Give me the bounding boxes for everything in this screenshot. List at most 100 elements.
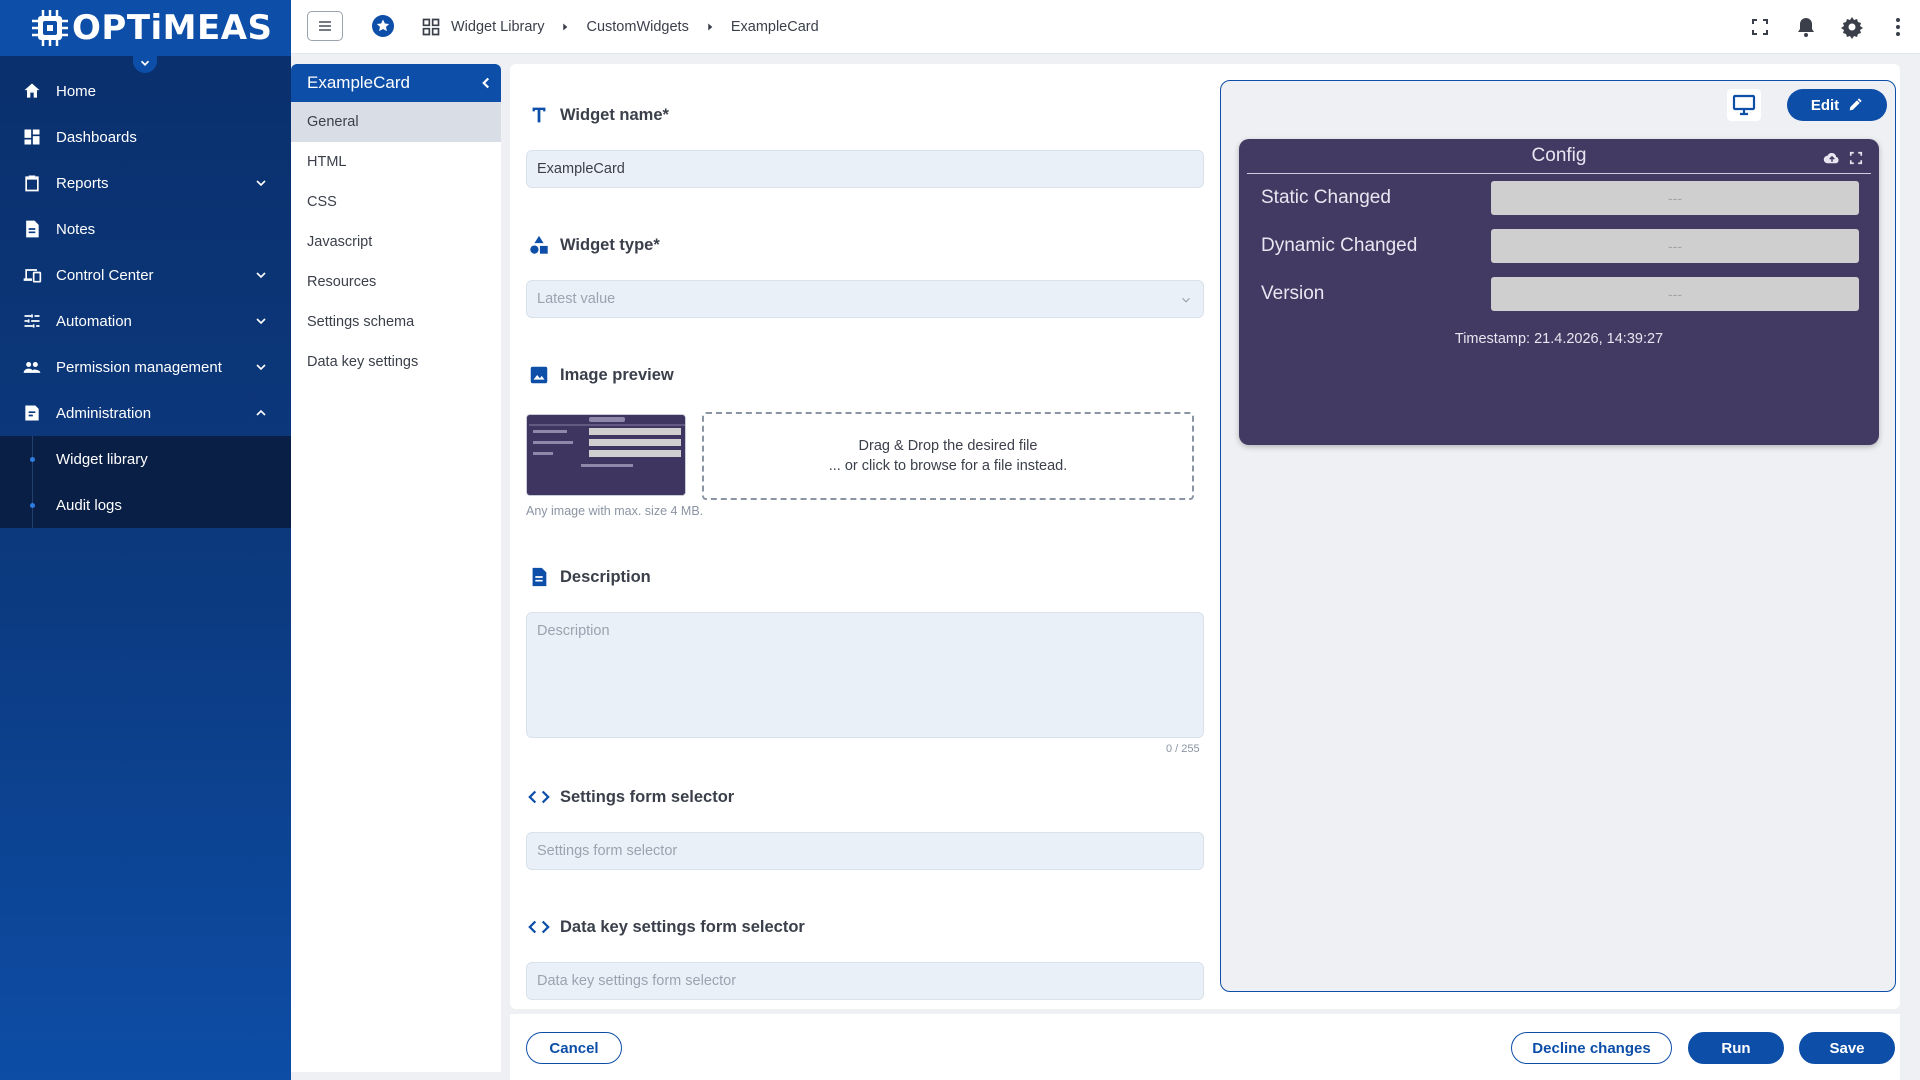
text-format-icon [532, 107, 546, 123]
tab-javascript[interactable]: Javascript [291, 222, 501, 262]
fullscreen-icon[interactable] [1748, 15, 1772, 39]
nav-item-label: Permission management [56, 358, 222, 376]
administration-subnav: Widget library Audit logs [0, 436, 291, 528]
favorite-star-icon[interactable] [371, 14, 395, 38]
card-divider [1247, 173, 1871, 174]
editor-tabs-panel: ExampleCard General HTML CSS Javascript … [291, 64, 501, 1072]
widget-name-label: Widget name* [528, 104, 669, 126]
monitor-button[interactable] [1727, 89, 1761, 121]
devices-icon [23, 269, 42, 283]
widget-name-input[interactable] [526, 150, 1204, 188]
tab-settings-schema[interactable]: Settings schema [291, 302, 501, 342]
nav-item-home[interactable]: Home [0, 68, 291, 114]
logo-text: OPTiMEAS [72, 8, 273, 48]
settings-form-selector-input[interactable] [526, 832, 1204, 870]
breadcrumb-widget-library[interactable]: Widget Library [451, 19, 544, 35]
nav-item-audit-logs[interactable]: Audit logs [0, 482, 291, 528]
image-icon [530, 366, 548, 384]
action-footer: Cancel Decline changes Run Save [510, 1014, 1900, 1080]
nav-item-automation[interactable]: Automation [0, 298, 291, 344]
tab-general[interactable]: General [291, 102, 501, 142]
monitor-icon [1732, 94, 1756, 116]
document-icon [532, 567, 547, 587]
tab-data-key-settings[interactable]: Data key settings [291, 342, 501, 382]
top-actions [1726, 0, 1910, 54]
nav-item-administration[interactable]: Administration [0, 390, 291, 436]
widget-preview-pane: Edit Config Static Changed --- Dynamic C… [1220, 80, 1896, 992]
config-row-label: Static Changed [1261, 187, 1391, 208]
widget-type-select[interactable]: Latest value [526, 280, 1204, 318]
decline-changes-button[interactable]: Decline changes [1511, 1032, 1672, 1064]
card-title: Config [1531, 145, 1587, 166]
menu-toggle-button[interactable] [307, 11, 343, 41]
nav-item-label: Home [56, 82, 97, 100]
card-timestamp: Timestamp: 21.4.2026, 14:39:27 [1454, 331, 1664, 347]
chevron-down-icon [256, 180, 266, 187]
nav-item-notes[interactable]: Notes [0, 206, 291, 252]
dropzone-line-1: Drag & Drop the desired file [858, 438, 1038, 454]
config-row-value: --- [1491, 277, 1859, 311]
description-textarea[interactable] [526, 612, 1204, 738]
gear-icon[interactable] [1840, 15, 1864, 39]
file-dropzone[interactable]: Drag & Drop the desired file ... or clic… [702, 412, 1194, 500]
code-icon [528, 790, 550, 804]
description-label: Description [528, 566, 651, 588]
data-key-settings-form-selector-input[interactable] [526, 962, 1204, 1000]
dashboard-icon [24, 129, 40, 145]
config-row: Version --- [1261, 277, 1861, 311]
admin-icon [25, 405, 39, 421]
bell-icon[interactable] [1794, 15, 1818, 39]
tab-css[interactable]: CSS [291, 182, 501, 222]
widget-type-placeholder: Latest value [537, 291, 616, 307]
chevron-left-icon[interactable] [477, 74, 495, 92]
menu-icon [319, 21, 331, 31]
tabs-header: ExampleCard [291, 64, 501, 102]
edit-button[interactable]: Edit [1787, 89, 1887, 121]
nav-item-label: Control Center [56, 266, 154, 284]
logo[interactable]: OPTiMEAS [0, 0, 291, 73]
cancel-button[interactable]: Cancel [526, 1032, 622, 1064]
image-preview-thumbnail [526, 414, 686, 496]
edit-button-label: Edit [1810, 96, 1840, 114]
nav-item-widget-library[interactable]: Widget library [0, 436, 291, 482]
chevron-down-icon [256, 364, 266, 371]
save-button[interactable]: Save [1799, 1032, 1895, 1064]
nav-item-dashboards[interactable]: Dashboards [0, 114, 291, 160]
nav-item-control-center[interactable]: Control Center [0, 252, 291, 298]
home-icon [24, 83, 40, 98]
chevron-down-icon [256, 272, 266, 279]
data-key-settings-form-selector-label: Data key settings form selector [528, 916, 805, 938]
sub-item-label: Widget library [56, 450, 148, 468]
chevron-down-icon [256, 318, 266, 325]
tab-html[interactable]: HTML [291, 142, 501, 182]
widget-grid-icon [422, 18, 440, 36]
config-card: Config Static Changed --- Dynamic Change… [1239, 139, 1879, 445]
nav-item-permission-management[interactable]: Permission management [0, 344, 291, 390]
config-row-label: Version [1261, 283, 1325, 304]
tab-resources[interactable]: Resources [291, 262, 501, 302]
nav-item-reports[interactable]: Reports [0, 160, 291, 206]
fullscreen-icon[interactable] [1847, 149, 1865, 167]
nav-item-label: Notes [56, 220, 96, 238]
general-form: Widget name* Widget type* Latest value I… [510, 64, 1900, 1009]
chevron-down-icon [1182, 297, 1190, 303]
run-button[interactable]: Run [1688, 1032, 1784, 1064]
shapes-icon [530, 235, 548, 254]
more-vertical-icon[interactable] [1886, 15, 1910, 39]
tabs-title: ExampleCard [307, 73, 410, 92]
config-row: Static Changed --- [1261, 181, 1861, 215]
thumbnail-image [527, 415, 685, 495]
cloud-upload-icon[interactable] [1823, 149, 1841, 167]
clipboard-icon [25, 175, 39, 192]
sub-item-label: Audit logs [56, 496, 122, 514]
people-icon [23, 362, 41, 373]
config-row-value: --- [1491, 181, 1859, 215]
breadcrumb-custom-widgets[interactable]: CustomWidgets [586, 19, 688, 35]
image-preview-label: Image preview [528, 364, 674, 386]
breadcrumb: Widget Library CustomWidgets ExampleCard [421, 0, 819, 54]
description-counter: 0 / 255 [1166, 743, 1200, 755]
code-icon [528, 920, 550, 934]
bullet-icon [30, 457, 35, 462]
bullet-icon [30, 503, 35, 508]
nav-item-label: Reports [56, 174, 109, 192]
